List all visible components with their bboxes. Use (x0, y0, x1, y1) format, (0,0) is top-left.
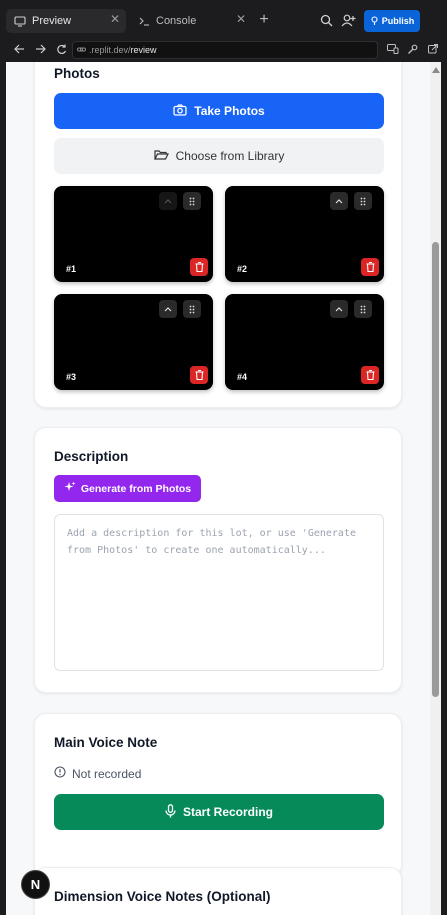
scroll-up-arrow-icon[interactable] (432, 67, 440, 73)
browser-toolbar: Preview ✕ Console ✕ + Publish (0, 0, 447, 40)
delete-photo-button[interactable] (361, 366, 379, 384)
url-host: .replit.dev/ (89, 45, 131, 55)
monitor-icon (12, 13, 28, 29)
voice-note-title: Main Voice Note (54, 735, 158, 750)
voice-note-card: Main Voice Note Not recorded Start Recor… (34, 713, 402, 877)
folder-open-icon (153, 149, 169, 164)
photos-card: Photos Take Photos Choose from Library #… (34, 62, 402, 408)
move-up-button[interactable] (159, 300, 177, 318)
choose-library-label: Choose from Library (175, 149, 285, 163)
move-up-button[interactable] (330, 300, 348, 318)
drag-handle-icon[interactable] (183, 192, 201, 210)
move-up-button[interactable] (159, 192, 177, 210)
publish-icon (370, 15, 379, 27)
scrollbar-thumb[interactable] (432, 242, 439, 697)
start-recording-button[interactable]: Start Recording (54, 794, 384, 830)
reload-icon[interactable] (54, 42, 68, 56)
close-icon[interactable]: ✕ (236, 12, 246, 26)
delete-photo-button[interactable] (190, 366, 208, 384)
url-bar-row: .replit.dev/review (0, 40, 447, 60)
page-viewport: Photos Take Photos Choose from Library #… (6, 62, 430, 915)
scrollbar[interactable] (430, 62, 441, 915)
photo-tile[interactable]: #3 (54, 294, 213, 390)
tab-preview[interactable]: Preview ✕ (6, 9, 126, 33)
devices-icon[interactable] (386, 42, 400, 56)
recording-status: Not recorded (54, 766, 141, 781)
search-icon[interactable] (318, 12, 334, 28)
description-title: Description (54, 449, 129, 464)
sparkles-icon (64, 481, 76, 496)
info-circle-icon (54, 766, 66, 781)
photo-number: #1 (66, 264, 77, 274)
photos-title: Photos (54, 66, 100, 81)
delete-photo-button[interactable] (190, 258, 208, 276)
dimension-notes-card: Dimension Voice Notes (Optional) (34, 867, 402, 915)
generate-from-photos-button[interactable]: Generate from Photos (54, 475, 201, 502)
url-field[interactable]: .replit.dev/review (72, 41, 378, 59)
add-user-icon[interactable] (340, 12, 356, 28)
description-card: Description Generate from Photos Add a d… (34, 427, 402, 693)
close-icon[interactable]: ✕ (110, 12, 120, 26)
next-dev-indicator-button[interactable]: N (21, 870, 50, 899)
wrench-icon[interactable] (405, 42, 419, 56)
publish-label: Publish (381, 16, 415, 26)
move-up-button[interactable] (330, 192, 348, 210)
delete-photo-button[interactable] (361, 258, 379, 276)
choose-library-button[interactable]: Choose from Library (54, 138, 384, 174)
tab-preview-label: Preview (32, 15, 72, 27)
photo-tile[interactable]: #2 (225, 186, 384, 282)
description-textarea[interactable]: Add a description for this lot, or use '… (54, 514, 384, 671)
drag-handle-icon[interactable] (183, 300, 201, 318)
external-link-icon[interactable] (426, 42, 440, 56)
terminal-icon (136, 13, 152, 29)
url-path: review (130, 45, 157, 55)
description-placeholder: Add a description for this lot, or use '… (67, 528, 356, 556)
tab-console-label: Console (156, 15, 197, 27)
photo-number: #3 (66, 372, 77, 382)
back-arrow-icon[interactable] (12, 42, 26, 56)
link-icon (77, 45, 86, 56)
photo-number: #2 (237, 264, 248, 274)
generate-label: Generate from Photos (80, 482, 192, 495)
photo-tile[interactable]: #1 (54, 186, 213, 282)
tab-console[interactable]: Console ✕ (132, 9, 252, 33)
drag-handle-icon[interactable] (354, 192, 372, 210)
publish-button[interactable]: Publish (364, 10, 420, 32)
new-tab-icon[interactable]: + (256, 10, 272, 30)
start-recording-label: Start Recording (182, 805, 273, 819)
take-photos-label: Take Photos (194, 104, 265, 118)
recording-status-text: Not recorded (72, 766, 142, 781)
camera-icon (173, 103, 187, 119)
forward-arrow-icon[interactable] (33, 42, 47, 56)
photo-tile[interactable]: #4 (225, 294, 384, 390)
photo-number: #4 (237, 372, 248, 382)
take-photos-button[interactable]: Take Photos (54, 93, 384, 129)
microphone-icon (165, 803, 176, 821)
drag-handle-icon[interactable] (354, 300, 372, 318)
dimension-notes-title: Dimension Voice Notes (Optional) (54, 889, 271, 904)
